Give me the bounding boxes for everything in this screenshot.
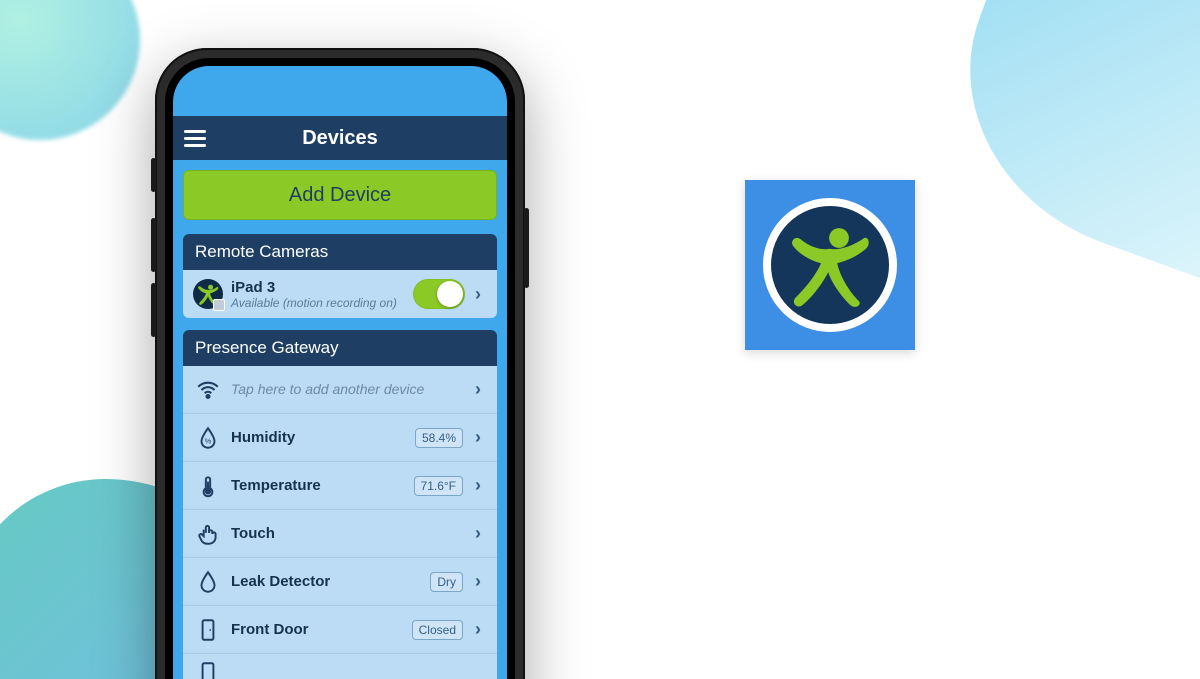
chevron-right-icon: ›	[469, 475, 487, 496]
device-row-partial[interactable]	[183, 654, 497, 679]
device-name: Humidity	[231, 429, 295, 446]
section-header: Remote Cameras	[183, 234, 497, 270]
wifi-icon	[191, 377, 225, 403]
add-device-button[interactable]: Add Device	[183, 170, 497, 220]
chevron-right-icon: ›	[469, 619, 487, 640]
touch-icon	[191, 521, 225, 547]
phone-side-button	[151, 283, 156, 337]
device-name: Temperature	[231, 477, 321, 494]
device-name: Touch	[231, 525, 275, 542]
phone-frame: Devices Add Device Remote Cameras	[155, 48, 525, 679]
chevron-right-icon: ›	[469, 379, 487, 400]
device-name: Front Door	[231, 621, 308, 638]
menu-button[interactable]	[173, 116, 217, 160]
section-presence-gateway: Presence Gateway Tap here to add another…	[183, 330, 497, 679]
device-row-touch[interactable]: Touch ›	[183, 510, 497, 558]
add-another-device-row[interactable]: Tap here to add another device ›	[183, 366, 497, 414]
add-device-label: Add Device	[289, 184, 391, 207]
device-value-badge: Dry	[430, 572, 463, 592]
device-name: Leak Detector	[231, 573, 330, 590]
droplet-icon	[191, 569, 225, 595]
svg-text:%: %	[205, 436, 212, 445]
page-title: Devices	[173, 127, 507, 150]
app-icon-ring	[763, 198, 897, 332]
thermometer-icon	[191, 473, 225, 499]
app-header: Devices	[173, 116, 507, 160]
decorative-blob	[0, 0, 140, 140]
device-value-badge: 71.6°F	[414, 476, 463, 496]
chevron-right-icon: ›	[469, 427, 487, 448]
camera-status: Available (motion recording on)	[231, 296, 413, 310]
decorative-blob	[922, 0, 1200, 286]
section-header: Presence Gateway	[183, 330, 497, 366]
chevron-right-icon: ›	[469, 571, 487, 592]
camera-toggle[interactable]	[413, 279, 465, 309]
section-remote-cameras: Remote Cameras iPad 3 Available (motion …	[183, 234, 497, 318]
hamburger-icon	[184, 137, 206, 140]
chevron-right-icon: ›	[469, 523, 487, 544]
camera-avatar-icon	[193, 279, 223, 309]
humidity-icon: %	[191, 425, 225, 451]
device-value-badge: 58.4%	[415, 428, 463, 448]
chevron-right-icon: ›	[469, 284, 487, 305]
phone-side-button	[151, 218, 156, 272]
person-x-icon	[785, 220, 875, 310]
door-icon	[191, 660, 225, 679]
add-device-hint: Tap here to add another device	[231, 381, 424, 397]
device-row-humidity[interactable]: % Humidity 58.4% ›	[183, 414, 497, 462]
phone-side-button	[524, 208, 529, 288]
camera-name: iPad 3	[231, 279, 413, 296]
device-value-badge: Closed	[412, 620, 463, 640]
device-row-front-door[interactable]: Front Door Closed ›	[183, 606, 497, 654]
camera-row-ipad3[interactable]: iPad 3 Available (motion recording on) ›	[183, 270, 497, 318]
app-icon	[745, 180, 915, 350]
phone-side-button	[151, 158, 156, 192]
device-row-leak[interactable]: Leak Detector Dry ›	[183, 558, 497, 606]
app-screen: Devices Add Device Remote Cameras	[173, 66, 507, 679]
door-icon	[191, 617, 225, 643]
device-row-temperature[interactable]: Temperature 71.6°F ›	[183, 462, 497, 510]
